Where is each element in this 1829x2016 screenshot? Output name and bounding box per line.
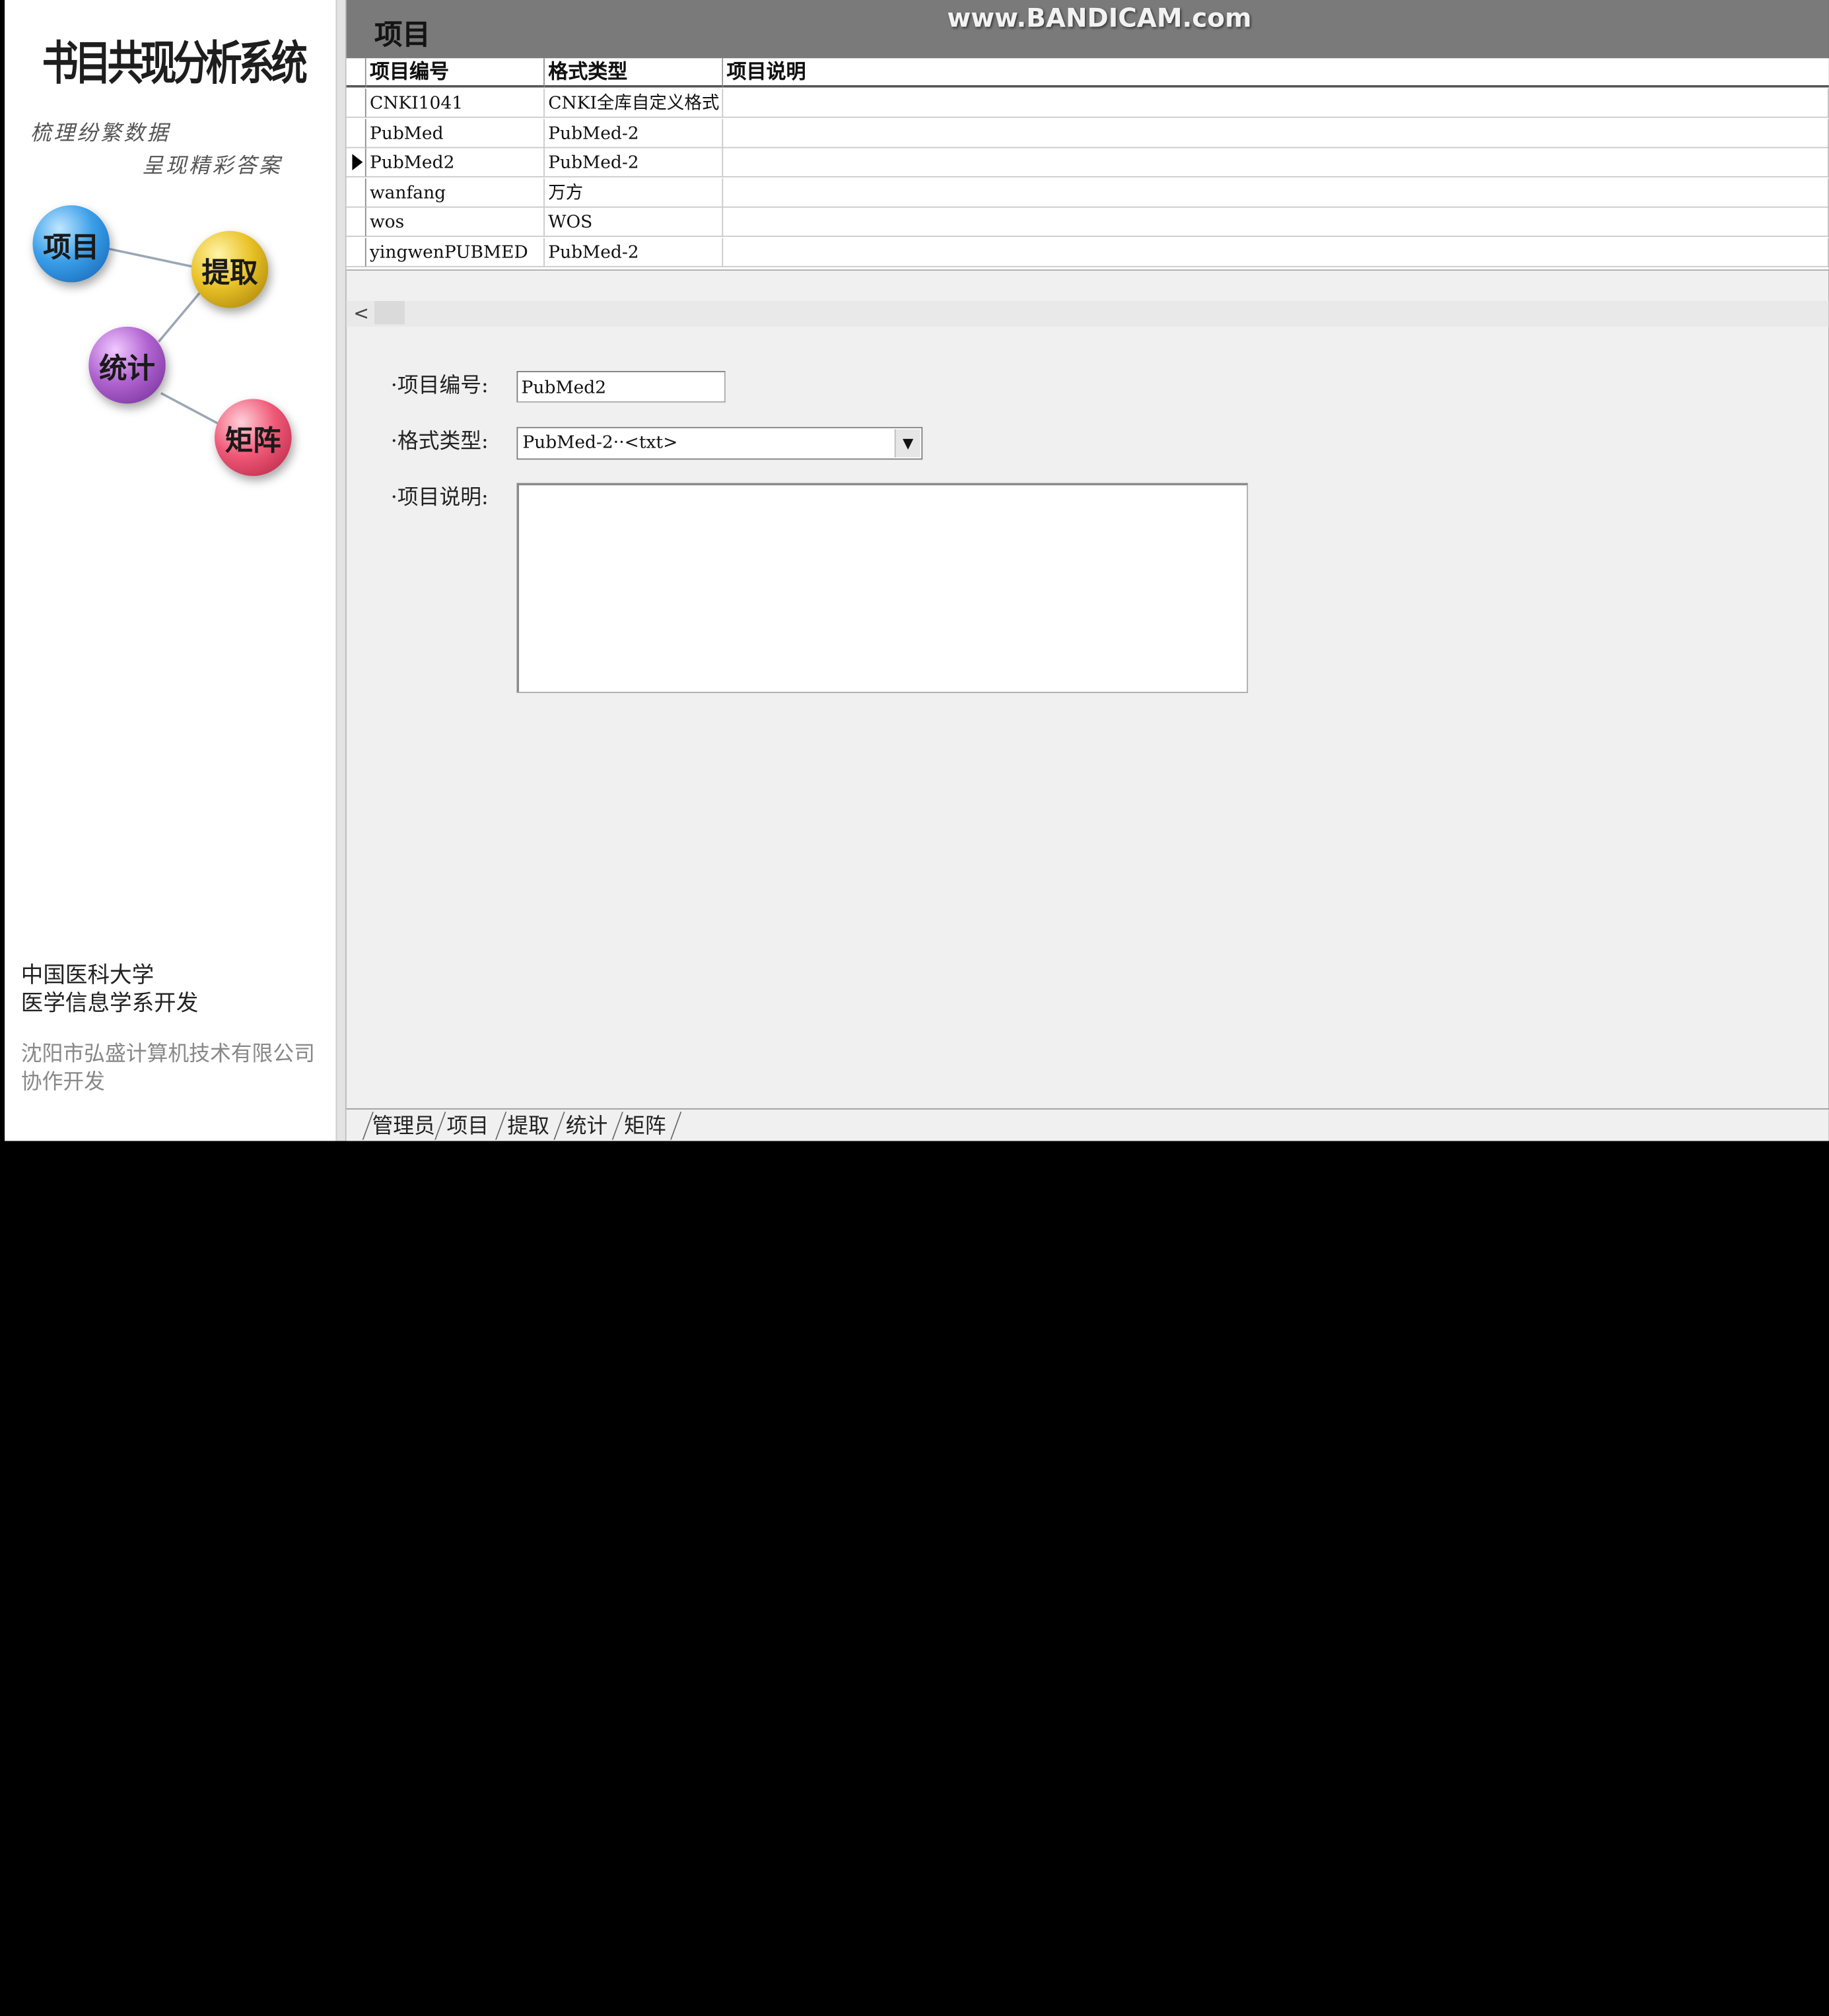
tab-admin[interactable]: 管理员 xyxy=(372,1112,434,1142)
id-label: ·项目编号: xyxy=(390,373,489,398)
grid-cell-desc[interactable] xyxy=(723,88,1829,118)
grid-cell-desc[interactable] xyxy=(723,178,1829,207)
cooperation-credit: 沈阳市弘盛计算机技术有限公司 协作开发 xyxy=(21,1040,315,1096)
splitter[interactable] xyxy=(335,0,347,1141)
tab-matrix[interactable]: 矩阵 xyxy=(624,1112,666,1142)
nav-extract-label: 提取 xyxy=(201,255,258,289)
scroll-left-arrow-icon[interactable]: < xyxy=(353,302,369,325)
grid-cell-id[interactable]: PubMed xyxy=(366,118,545,148)
project-desc-textarea[interactable] xyxy=(516,483,1249,693)
connector-line xyxy=(157,287,205,343)
tab-separator xyxy=(434,1112,446,1140)
row-selector[interactable] xyxy=(346,207,366,237)
nav-statistics-label: 统计 xyxy=(99,351,155,385)
grid-cell-desc[interactable] xyxy=(723,118,1829,148)
grid-cell-id[interactable]: wos xyxy=(366,207,545,237)
format-select-value: PubMed-2··<txt> xyxy=(522,431,678,453)
tab-separator xyxy=(670,1112,682,1140)
grid-cell-id[interactable]: wanfang xyxy=(366,178,545,207)
grid-cell-format[interactable]: WOS xyxy=(544,207,724,237)
grid-cell-desc[interactable] xyxy=(723,207,1829,237)
desc-label: ·项目说明: xyxy=(390,485,489,510)
grid-cell-format[interactable]: CNKI全库自定义格式 xyxy=(544,88,724,118)
row-selector[interactable] xyxy=(346,237,366,267)
col-header-format[interactable]: 格式类型 xyxy=(544,58,724,88)
grid-cell-format[interactable]: PubMed-2 xyxy=(544,118,724,148)
nav-extract-button[interactable]: 提取 xyxy=(191,230,269,308)
main-panel: 项目 www.BANDICAM.com 项目编号 格式类型 项目说明 CNKI1… xyxy=(346,0,1829,1142)
connector-line xyxy=(107,247,192,268)
tab-extract[interactable]: 提取 xyxy=(507,1112,549,1142)
slogan-line2: 呈现精彩答案 xyxy=(142,154,283,179)
coop-line1: 沈阳市弘盛计算机技术有限公司 xyxy=(20,1042,315,1067)
tab-project[interactable]: 项目 xyxy=(447,1112,489,1142)
credit-line2: 医学信息学系开发 xyxy=(20,990,199,1017)
tab-statistics[interactable]: 统计 xyxy=(566,1112,608,1142)
nav-matrix-label: 矩阵 xyxy=(224,422,281,457)
slogan-line1: 梳理纷繁数据 xyxy=(30,121,170,146)
developer-credit: 中国医科大学 医学信息学系开发 xyxy=(21,961,199,1017)
row-selector[interactable] xyxy=(346,178,366,207)
project-id-input[interactable] xyxy=(516,371,726,403)
page-title: 项目 xyxy=(374,18,431,51)
sidebar: 书目共现分析系统 梳理纷繁数据 呈现精彩答案 项目 提取 统计 矩阵 中国医科大… xyxy=(5,0,336,1141)
col-header-desc[interactable]: 项目说明 xyxy=(723,58,1829,88)
row-selector[interactable] xyxy=(346,118,366,148)
scroll-thumb[interactable] xyxy=(374,300,405,325)
chevron-down-icon[interactable]: ▼ xyxy=(894,429,920,457)
grid-cell-id[interactable]: yingwenPUBMED xyxy=(366,237,545,267)
recorder-watermark: www.BANDICAM.com xyxy=(947,5,1252,34)
row-selector[interactable] xyxy=(346,88,366,118)
nav-project-button[interactable]: 项目 xyxy=(32,205,110,283)
current-row-arrow-icon xyxy=(352,154,363,171)
project-grid[interactable]: 项目编号 格式类型 项目说明 CNKI1041 CNKI全库自定义格式 PubMed… xyxy=(346,58,1829,271)
credit-line1: 中国医科大学 xyxy=(20,962,155,988)
horizontal-scrollbar[interactable]: < xyxy=(346,300,1829,327)
nav-project-label: 项目 xyxy=(43,229,100,263)
format-label: ·格式类型: xyxy=(390,429,489,454)
grid-cell-id[interactable]: PubMed2 xyxy=(366,148,545,178)
tab-separator xyxy=(553,1112,565,1140)
tab-separator xyxy=(611,1112,623,1140)
grid-cell-desc[interactable] xyxy=(723,237,1829,267)
grid-corner xyxy=(346,58,366,88)
bottom-tab-bar: 管理员 项目 提取 统计 矩阵 xyxy=(346,1108,1829,1142)
format-select[interactable]: PubMed-2··<txt> ▼ xyxy=(516,426,923,460)
grid-cell-id[interactable]: CNKI1041 xyxy=(366,88,545,118)
col-header-id[interactable]: 项目编号 xyxy=(366,58,545,88)
tab-separator xyxy=(495,1112,507,1140)
nav-statistics-button[interactable]: 统计 xyxy=(88,326,166,404)
connector-line xyxy=(160,392,219,425)
grid-cell-format[interactable]: 万方 xyxy=(544,178,724,207)
header-bar: 项目 www.BANDICAM.com xyxy=(346,0,1829,59)
grid-cell-format[interactable]: PubMed-2 xyxy=(544,148,724,178)
grid-cell-desc[interactable] xyxy=(723,148,1829,178)
grid-cell-format[interactable]: PubMed-2 xyxy=(544,237,724,267)
app-title: 书目共现分析系统 xyxy=(42,36,308,91)
coop-line2: 协作开发 xyxy=(20,1069,105,1094)
row-selector[interactable] xyxy=(346,148,366,178)
nav-matrix-button[interactable]: 矩阵 xyxy=(215,399,292,477)
